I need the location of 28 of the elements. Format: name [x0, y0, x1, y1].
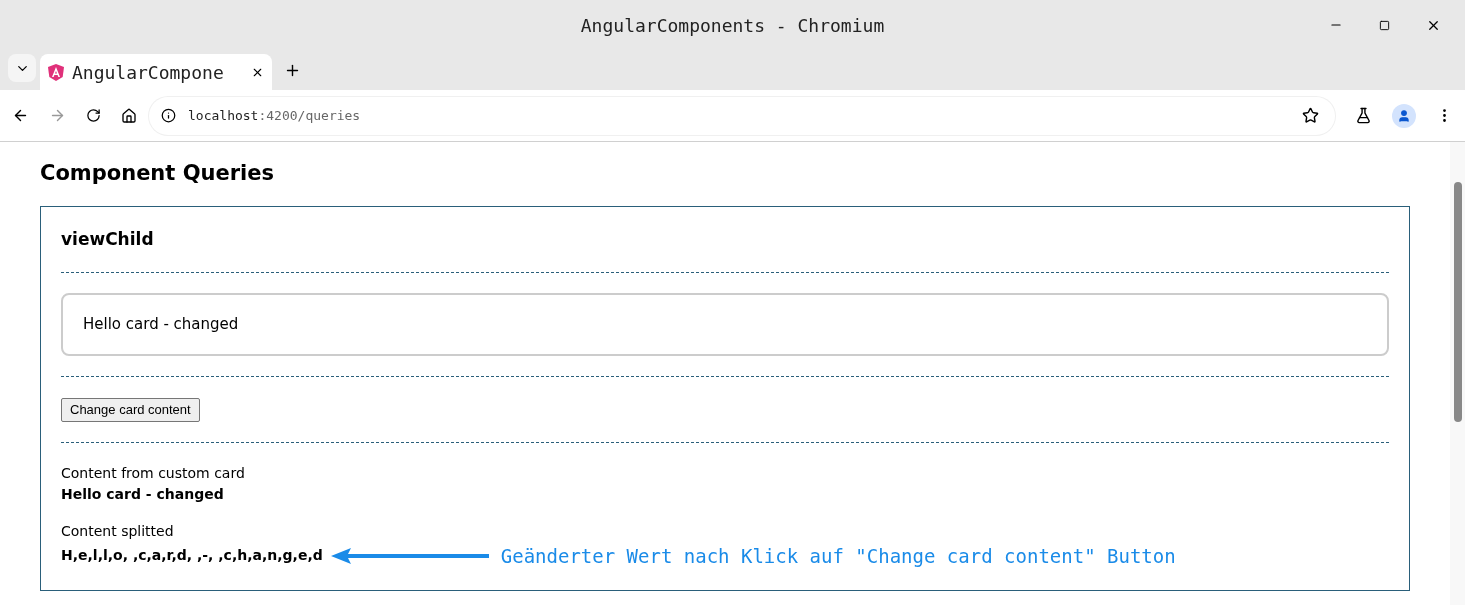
content-label: Content from custom card	[61, 463, 246, 483]
scrollbar[interactable]	[1450, 142, 1465, 605]
back-icon[interactable]	[12, 107, 29, 124]
home-icon[interactable]	[121, 107, 137, 124]
angular-logo-icon	[48, 63, 64, 81]
change-card-content-button[interactable]: Change card content	[61, 398, 200, 422]
reload-icon[interactable]	[86, 108, 101, 123]
custom-card: Hello card - changed	[61, 293, 1389, 356]
bookmark-star-icon[interactable]	[1302, 107, 1319, 124]
split-value: H,e,l,l,o, ,c,a,r,d, ,-, ,c,h,a,n,g,e,d	[61, 546, 323, 566]
page-heading: Component Queries	[40, 160, 275, 187]
new-tab-icon[interactable]	[284, 62, 301, 79]
profile-avatar[interactable]	[1392, 103, 1416, 128]
address-bar[interactable]: localhost:4200/queries	[149, 96, 1335, 135]
arrow-icon	[330, 547, 489, 564]
maximize-icon[interactable]	[1379, 19, 1390, 31]
flask-icon[interactable]	[1355, 107, 1372, 124]
forward-icon[interactable]	[49, 107, 66, 124]
person-icon	[1397, 108, 1411, 123]
url-text: localhost:4200/queries	[188, 106, 361, 125]
annotation-text: Geänderter Wert nach Klick auf "Change card content" Button	[500, 543, 1176, 569]
split-label: Content splitted	[61, 521, 175, 541]
window-title: AngularComponents - Chromium	[580, 13, 885, 38]
site-info-icon[interactable]	[161, 108, 176, 123]
browser-tab[interactable]: AngularCompone	[40, 54, 272, 90]
section-title: viewChild	[61, 227, 155, 251]
content-value: Hello card - changed	[61, 484, 225, 504]
tab-title: AngularCompone	[72, 60, 224, 85]
